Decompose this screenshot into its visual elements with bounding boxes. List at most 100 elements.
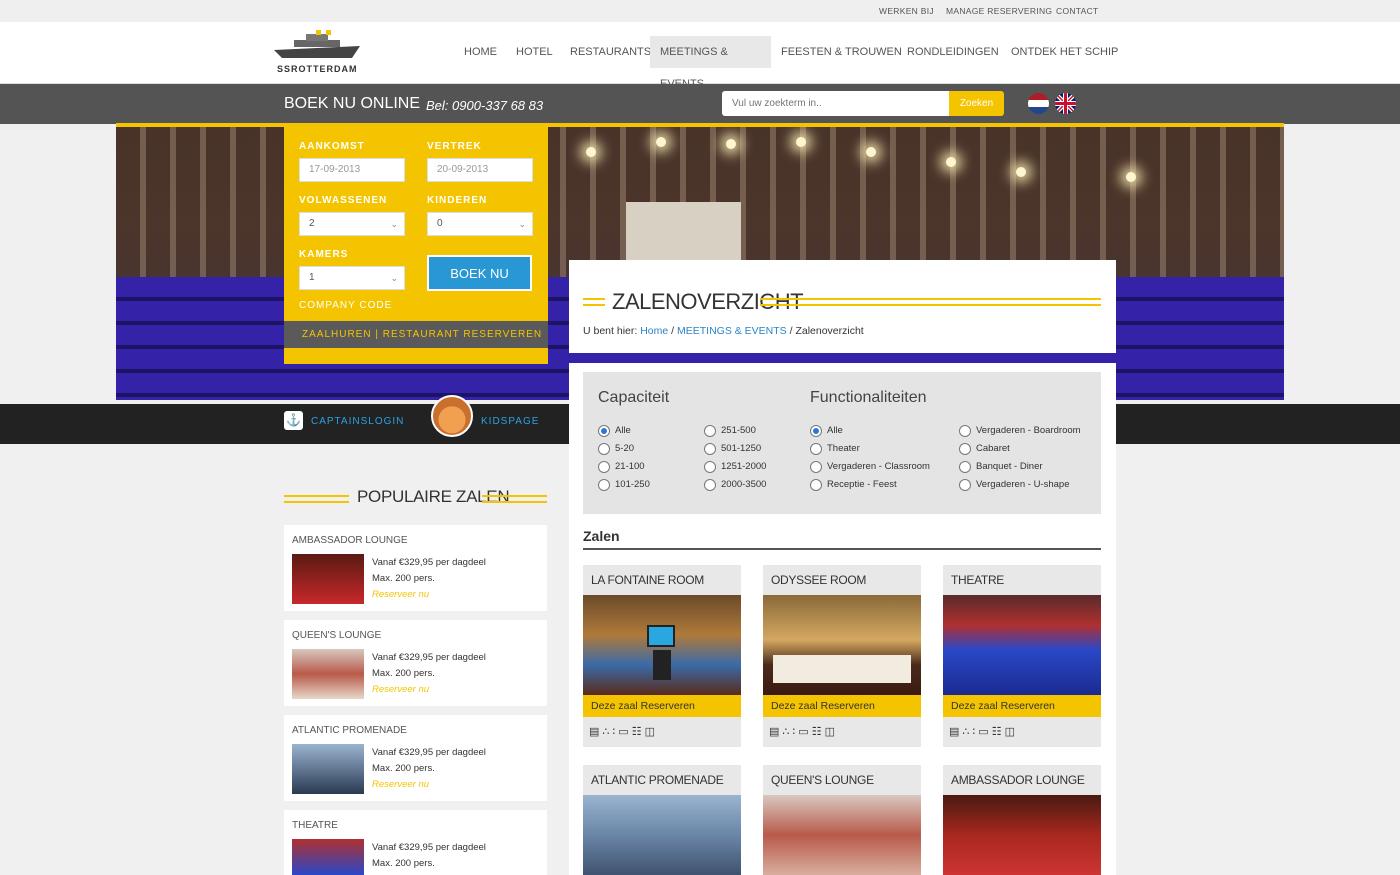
breadcrumb-meetings-events[interactable]: MEETINGS & EVENTS	[677, 325, 787, 337]
nav-home[interactable]: HOME	[454, 36, 507, 68]
popular-room-item[interactable]: AMBASSADOR LOUNGE Vanaf €329,95 per dagd…	[284, 525, 547, 611]
title-rule-left	[583, 298, 605, 300]
functie-radio-classroom[interactable]: Vergaderen - Classroom	[810, 461, 930, 473]
popular-room-thumbnail[interactable]	[292, 649, 364, 699]
search-button[interactable]: Zoeken	[949, 91, 1004, 116]
zalen-heading: Zalen	[583, 528, 620, 544]
room-card-queens-lounge[interactable]: QUEEN'S LOUNGE	[763, 765, 921, 875]
reserveer-nu-link[interactable]: Reserveer nu	[372, 779, 429, 790]
vertrek-label: VERTREK	[427, 141, 482, 152]
functie-radio-receptie[interactable]: Receptie - Feest	[810, 479, 897, 491]
booking-footer: ZAALHUREN | RESTAURANT RESERVEREN	[284, 321, 548, 348]
manage-reservering-link[interactable]: MANAGE RESERVERING	[946, 6, 1052, 16]
captainslogin-link[interactable]: CAPTAINSLOGIN	[311, 416, 404, 427]
popular-room-item[interactable]: ATLANTIC PROMENADE Vanaf €329,95 per dag…	[284, 715, 547, 801]
u-shape-icon: ▤	[769, 726, 783, 738]
contact-link[interactable]: CONTACT	[1056, 6, 1099, 16]
room-card-image[interactable]	[583, 795, 741, 875]
footer-separator: |	[375, 329, 379, 340]
sidebar-rule-left	[284, 495, 349, 497]
room-feature-icons: ▤∴∶▭☷◫	[943, 717, 1101, 747]
page-title: ZALENOVERZICHT	[612, 289, 804, 314]
reserveer-nu-link[interactable]: Reserveer nu	[372, 684, 429, 695]
kids-mascot-icon[interactable]	[431, 395, 473, 437]
functie-radio-alle[interactable]: Alle	[810, 425, 843, 437]
classroom-icon: ☷	[811, 726, 825, 738]
capaciteit-radio-1251-2000[interactable]: 1251-2000	[704, 461, 766, 473]
functie-radio-theater[interactable]: Theater	[810, 443, 860, 455]
room-card-title: LA FONTAINE ROOM	[591, 573, 704, 587]
room-card-image[interactable]	[943, 795, 1101, 875]
room-card-theatre[interactable]: THEATRE Deze zaal Reserveren ▤∴∶▭☷◫	[943, 565, 1101, 747]
room-reserve-button[interactable]: Deze zaal Reserveren	[943, 695, 1101, 717]
vertrek-date-field[interactable]: 20-09-2013	[427, 158, 533, 182]
room-reserve-button[interactable]: Deze zaal Reserveren	[583, 695, 741, 717]
popular-room-capacity: Max. 200 pers.	[372, 573, 435, 584]
popular-room-thumbnail[interactable]	[292, 744, 364, 794]
room-reserve-button[interactable]: Deze zaal Reserveren	[763, 695, 921, 717]
reserveer-nu-link[interactable]: Reserveer nu	[372, 589, 429, 600]
room-card-image[interactable]	[763, 595, 921, 695]
room-feature-icons: ▤∴∶▭☷◫	[583, 717, 741, 747]
capaciteit-radio-501-1250[interactable]: 501-1250	[704, 443, 761, 455]
nav-hotel[interactable]: HOTEL	[506, 36, 563, 68]
capaciteit-radio-2000-3500[interactable]: 2000-3500	[704, 479, 766, 491]
popular-rooms-title: POPULAIRE ZALEN	[357, 487, 510, 506]
kamers-value: 1	[309, 272, 315, 283]
capaciteit-radio-alle[interactable]: Alle	[598, 425, 631, 437]
title-rule-left-2	[583, 304, 605, 306]
chevron-down-icon: ⌄	[390, 219, 398, 229]
boardroom-icon: ▭	[798, 726, 812, 738]
boek-nu-button[interactable]: BOEK NU	[427, 255, 532, 291]
functie-radio-boardroom[interactable]: Vergaderen - Boardroom	[959, 425, 1081, 437]
functie-radio-banquet[interactable]: Banquet - Diner	[959, 461, 1043, 473]
room-feature-icons: ▤∴∶▭☷◫	[763, 717, 921, 747]
kamers-select[interactable]: 1 ⌄	[299, 266, 405, 290]
popular-room-thumbnail[interactable]	[292, 554, 364, 604]
room-card-ambassador-lounge[interactable]: AMBASSADOR LOUNGE	[943, 765, 1101, 875]
room-card-la-fontaine[interactable]: LA FONTAINE ROOM Deze zaal Reserveren ▤∴…	[583, 565, 741, 747]
functie-radio-cabaret[interactable]: Cabaret	[959, 443, 1010, 455]
popular-room-thumbnail[interactable]	[292, 839, 364, 875]
nav-ontdek-het-schip[interactable]: ONTDEK HET SCHIP	[1001, 36, 1128, 68]
capaciteit-radio-5-20[interactable]: 5-20	[598, 443, 634, 455]
functie-radio-u-shape[interactable]: Vergaderen - U-shape	[959, 479, 1069, 491]
room-card-image[interactable]	[583, 595, 741, 695]
capaciteit-radio-101-250[interactable]: 101-250	[598, 479, 650, 491]
nav-rondleidingen[interactable]: RONDLEIDINGEN	[897, 36, 1009, 68]
volwassenen-select[interactable]: 2 ⌄	[299, 212, 405, 236]
capaciteit-radio-21-100[interactable]: 21-100	[598, 461, 645, 473]
anchor-icon[interactable]: ⚓	[284, 411, 303, 430]
room-card-image[interactable]	[763, 795, 921, 875]
boardroom-icon: ▭	[618, 726, 632, 738]
uk-flag-icon[interactable]	[1055, 93, 1076, 114]
kinderen-value: 0	[437, 218, 443, 229]
boek-nu-online-title: BOEK NU ONLINE	[284, 95, 421, 112]
breadcrumb-current: Zalenoverzicht	[795, 325, 864, 337]
search-input[interactable]	[722, 91, 949, 116]
popular-room-price: Vanaf €329,95 per dagdeel	[372, 842, 486, 853]
ssrotterdam-logo[interactable]: SSROTTERDAM	[272, 30, 372, 78]
room-card-atlantic-promenade[interactable]: ATLANTIC PROMENADE	[583, 765, 741, 875]
breadcrumb-home[interactable]: Home	[640, 325, 668, 337]
capaciteit-radio-251-500[interactable]: 251-500	[704, 425, 756, 437]
main-header: SSROTTERDAM HOME HOTEL RESTAURANTS MEETI…	[0, 22, 1400, 90]
kidspage-link[interactable]: KIDSPAGE	[481, 416, 539, 427]
nav-feesten-trouwen[interactable]: FEESTEN & TROUWEN	[771, 36, 912, 68]
nl-flag-icon[interactable]	[1028, 93, 1049, 114]
banquet-icon: ◫	[824, 726, 838, 738]
popular-room-item[interactable]: QUEEN'S LOUNGE Vanaf €329,95 per dagdeel…	[284, 620, 547, 706]
room-card-odyssee[interactable]: ODYSSEE ROOM Deze zaal Reserveren ▤∴∶▭☷◫	[763, 565, 921, 747]
nav-restaurants[interactable]: RESTAURANTS	[560, 36, 661, 68]
werken-bij-link[interactable]: WERKEN BIJ	[879, 6, 934, 16]
cabaret-icon: ∴	[782, 726, 793, 738]
zaalhuren-link[interactable]: ZAALHUREN	[302, 329, 372, 340]
kinderen-select[interactable]: 0 ⌄	[427, 212, 533, 236]
room-card-image[interactable]	[943, 595, 1101, 695]
room-card-title: ATLANTIC PROMENADE	[591, 773, 724, 787]
company-code-link[interactable]: COMPANY CODE	[299, 300, 392, 311]
restaurant-reserveren-link[interactable]: RESTAURANT RESERVEREN	[383, 329, 542, 340]
popular-room-item[interactable]: THEATRE Vanaf €329,95 per dagdeel Max. 2…	[284, 810, 547, 875]
aankomst-date-field[interactable]: 17-09-2013	[299, 158, 405, 182]
nav-meetings-events[interactable]: MEETINGS & EVENTS	[650, 36, 771, 90]
